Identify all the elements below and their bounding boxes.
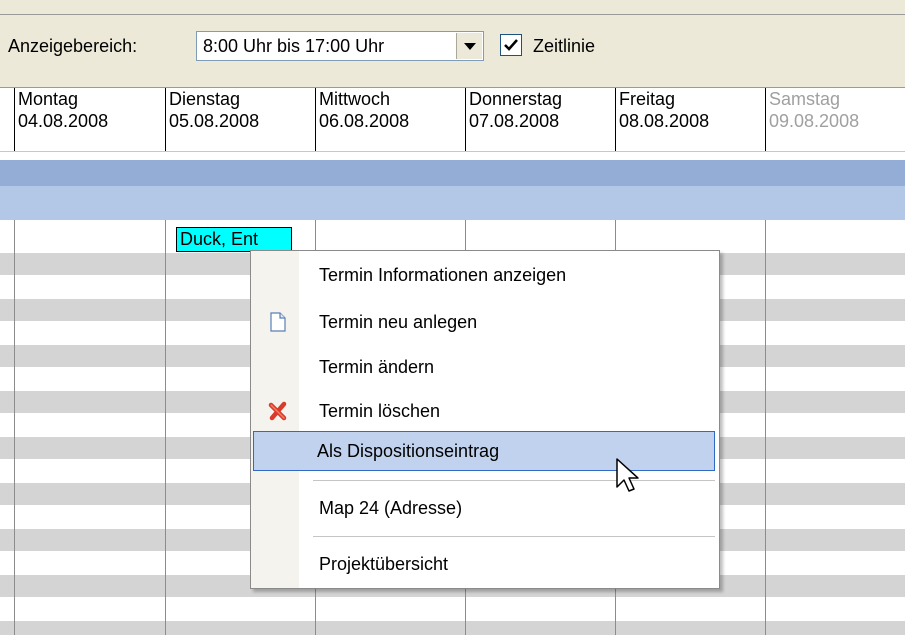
delete-x-icon (268, 401, 287, 421)
toolbar: Anzeigebereich: 8:00 Uhr bis 17:00 Uhr Z… (0, 0, 905, 88)
timeline-label[interactable]: Zeitlinie (533, 36, 595, 57)
grid-row[interactable] (0, 621, 905, 635)
appointment-entry[interactable]: Duck, Ent (176, 227, 292, 252)
toolbar-divider (0, 14, 905, 15)
menu-item-label: Termin löschen (319, 401, 441, 421)
context-menu: Termin Informationen anzeigen Termin neu… (250, 250, 720, 589)
day-date: 05.08.2008 (169, 111, 260, 131)
menu-item-project-overview[interactable]: Projektübersicht (253, 544, 717, 584)
day-header-tuesday[interactable]: Dienstag 05.08.2008 (165, 88, 315, 152)
day-header-saturday[interactable]: Samstag 09.08.2008 (765, 88, 905, 152)
menu-item-label: Map 24 (Adresse) (319, 498, 463, 518)
day-name: Donnerstag (469, 89, 563, 109)
menu-item-label: Als Dispositionseintrag (317, 441, 500, 461)
range-select-value: 8:00 Uhr bis 17:00 Uhr (203, 36, 385, 56)
menu-separator (313, 536, 715, 537)
range-select-dropdown-button[interactable] (456, 33, 482, 59)
checkmark-icon (504, 39, 518, 51)
menu-item-disposition-entry[interactable]: Als Dispositionseintrag (253, 431, 715, 471)
menu-item-label: Termin ändern (319, 357, 435, 377)
day-name: Freitag (619, 89, 676, 109)
timeline-band-light (0, 186, 905, 220)
menu-separator (313, 480, 715, 481)
menu-item-map24[interactable]: Map 24 (Adresse) (253, 488, 717, 528)
new-document-icon (270, 312, 286, 332)
menu-item-show-info[interactable]: Termin Informationen anzeigen (253, 255, 717, 295)
day-date: 04.08.2008 (18, 111, 109, 131)
range-label: Anzeigebereich: (8, 36, 138, 56)
header-divider (0, 151, 905, 152)
menu-item-delete-appointment[interactable]: Termin löschen (253, 391, 717, 431)
day-header-thursday[interactable]: Donnerstag 07.08.2008 (465, 88, 615, 152)
range-select[interactable]: 8:00 Uhr bis 17:00 Uhr (196, 31, 484, 61)
day-name: Dienstag (169, 89, 241, 109)
timeline-band-dark (0, 160, 905, 186)
menu-item-edit-appointment[interactable]: Termin ändern (253, 347, 717, 387)
menu-item-label: Projektübersicht (319, 554, 449, 574)
day-header-wednesday[interactable]: Mittwoch 06.08.2008 (315, 88, 465, 152)
day-date: 07.08.2008 (469, 111, 560, 131)
day-date: 09.08.2008 (769, 111, 860, 131)
day-date: 06.08.2008 (319, 111, 410, 131)
menu-item-label: Termin Informationen anzeigen (319, 265, 567, 285)
day-name: Mittwoch (319, 89, 391, 109)
column-divider (14, 220, 15, 635)
timeline-checkbox[interactable] (500, 34, 522, 56)
menu-item-new-appointment[interactable]: Termin neu anlegen (253, 302, 717, 342)
day-name: Samstag (769, 89, 841, 109)
day-header-friday[interactable]: Freitag 08.08.2008 (615, 88, 765, 152)
day-header-monday[interactable]: Montag 04.08.2008 (14, 88, 165, 152)
column-divider (165, 220, 166, 635)
mouse-cursor-icon (616, 458, 639, 492)
menu-item-label: Termin neu anlegen (319, 312, 478, 332)
chevron-down-icon (464, 43, 476, 50)
day-name: Montag (18, 89, 79, 109)
column-divider (765, 220, 766, 635)
day-date: 08.08.2008 (619, 111, 710, 131)
